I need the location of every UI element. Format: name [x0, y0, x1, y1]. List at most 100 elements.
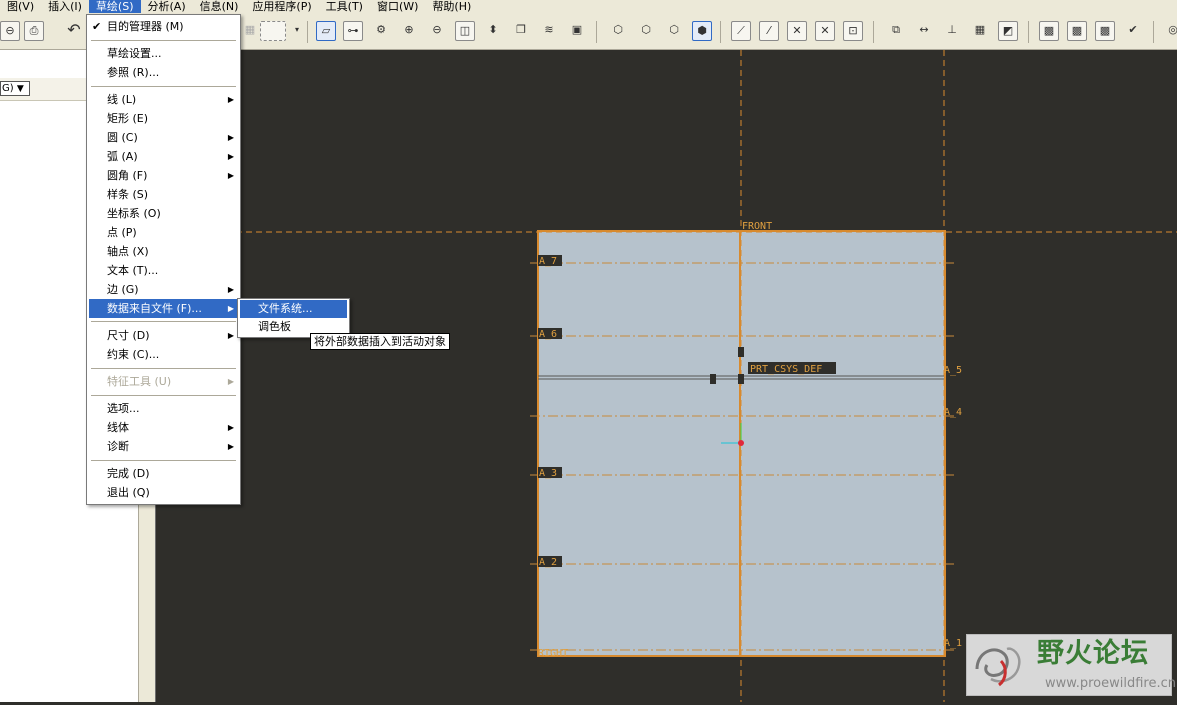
menu-separator	[91, 86, 236, 87]
no-hidden-icon[interactable]: ⬡	[664, 21, 684, 41]
disp-dimensions-icon[interactable]: ↔	[914, 21, 934, 41]
menu-item-line[interactable]: 线 (L) ▶	[89, 90, 238, 109]
menu-item-point[interactable]: 点 (P)	[89, 223, 238, 242]
menu-item-label: 特征工具 (U)	[107, 375, 172, 388]
menu-item-label: 约束 (C)...	[107, 348, 160, 361]
layers-icon[interactable]: ≋	[539, 21, 559, 41]
menu-tools[interactable]: 工具(T)	[319, 0, 370, 13]
wireframe-icon[interactable]: ⬡	[608, 21, 628, 41]
menu-item-feature-tools: 特征工具 (U) ▶	[89, 372, 238, 391]
select-box-icon[interactable]	[260, 21, 286, 41]
menu-item-line-style[interactable]: 线体 ▶	[89, 418, 238, 437]
menu-item-label: 轴点 (X)	[107, 245, 149, 258]
graphics-area[interactable]: FRONT RIGHT PRT_CSYS_DEF A_7 A_6 A_5 A_4…	[156, 50, 1177, 702]
menu-separator	[91, 321, 236, 322]
menu-item-label: 选项...	[107, 402, 140, 415]
saved-views-icon[interactable]: ❐	[511, 21, 531, 41]
menu-sketch[interactable]: 草绘(S)	[88, 0, 141, 13]
menu-item-text[interactable]: 文本 (T)...	[89, 261, 238, 280]
disp-vertices-icon[interactable]: ⧉	[886, 21, 906, 41]
menu-bar: 图(V) 插入(I) 草绘(S) 分析(A) 信息(N) 应用程序(P) 工具(…	[0, 0, 1177, 13]
menu-item-constraint[interactable]: 约束 (C)...	[89, 345, 238, 364]
csys-label: PRT_CSYS_DEF	[750, 364, 822, 375]
zoom-in-icon[interactable]: ⊕	[399, 21, 419, 41]
submenu-arrow-icon: ▶	[227, 152, 234, 161]
menu-item-diagnostics[interactable]: 诊断 ▶	[89, 437, 238, 456]
point-display-icon[interactable]: ✕	[787, 21, 807, 41]
hidden-line-icon[interactable]: ⬡	[636, 21, 656, 41]
view-manager-icon[interactable]: ▣	[567, 21, 587, 41]
toolbar-separator	[873, 21, 874, 43]
toolbar-separator	[1028, 21, 1029, 43]
disp-constraints-icon[interactable]: ⊥	[942, 21, 962, 41]
disp-grid-icon[interactable]: ▦	[970, 21, 990, 41]
menu-info[interactable]: 信息(N)	[193, 0, 246, 13]
axis-a2-label: A_2	[539, 557, 557, 568]
axis-a5-label: A_5	[944, 365, 962, 376]
plane-display-icon[interactable]: ⟋	[731, 21, 751, 41]
more-icon[interactable]: ◎	[1163, 21, 1177, 41]
datum-display-icon[interactable]: ⚙	[371, 21, 391, 41]
menu-separator	[91, 368, 236, 369]
menu-item-edge[interactable]: 边 (G) ▶	[89, 280, 238, 299]
node-icon[interactable]: ⊶	[343, 21, 363, 41]
undo-icon[interactable]: ↶	[64, 21, 84, 41]
shading-icon[interactable]: ⬢	[692, 21, 712, 41]
submenu-arrow-icon: ▶	[227, 377, 234, 386]
refit-icon[interactable]: ◫	[455, 21, 475, 41]
orient-icon[interactable]: ⬍	[483, 21, 503, 41]
lock-icon[interactable]: ⊖	[0, 21, 20, 41]
marker-left	[710, 374, 716, 384]
menu-item-arc[interactable]: 弧 (A) ▶	[89, 147, 238, 166]
menu-item-label: 坐标系 (O)	[107, 207, 161, 220]
menu-window[interactable]: 窗口(W)	[370, 0, 425, 13]
menu-item-sketch-setup[interactable]: 草绘设置...	[89, 44, 238, 63]
check-icon[interactable]: ✔	[1123, 21, 1143, 41]
menu-item-references[interactable]: 参照 (R)...	[89, 63, 238, 82]
menu-applications[interactable]: 应用程序(P)	[245, 0, 318, 13]
annotation-display-icon[interactable]: ⊡	[843, 21, 863, 41]
shade-closed-icon[interactable]: ▩	[1039, 21, 1059, 41]
disp-sections-icon[interactable]: ◩	[998, 21, 1018, 41]
toolbar-separator	[720, 21, 721, 43]
menu-item-rectangle[interactable]: 矩形 (E)	[89, 109, 238, 128]
zoom-out-icon[interactable]: ⊖	[427, 21, 447, 41]
menu-item-done[interactable]: 完成 (D)	[89, 464, 238, 483]
select-dropdown-icon[interactable]: ▾	[287, 21, 307, 41]
csys-display-icon[interactable]: ✕	[815, 21, 835, 41]
submenu-arrow-icon: ▶	[227, 331, 234, 340]
menu-item-options[interactable]: 选项...	[89, 399, 238, 418]
menu-item-label: 完成 (D)	[107, 467, 150, 480]
submenu-arrow-icon: ▶	[227, 442, 234, 451]
menu-item-label: 圆角 (F)	[107, 169, 148, 182]
menu-item-fillet[interactable]: 圆角 (F) ▶	[89, 166, 238, 185]
print-icon[interactable]: ⎙	[24, 21, 44, 41]
menu-insert[interactable]: 插入(I)	[41, 0, 89, 13]
axis-display-icon[interactable]: ⁄	[759, 21, 779, 41]
overlap-geom-icon[interactable]: ▩	[1067, 21, 1087, 41]
submenu-arrow-icon: ▶	[227, 304, 234, 313]
watermark-url: www.proewildfire.cn	[1045, 676, 1176, 691]
submenu-arrow-icon: ▶	[227, 171, 234, 180]
menu-item-quit[interactable]: 退出 (Q)	[89, 483, 238, 502]
menu-item-intent-manager[interactable]: ✔ 目的管理器 (M)	[89, 17, 238, 36]
menu-help[interactable]: 帮助(H)	[425, 0, 478, 13]
menu-item-label: 草绘设置...	[107, 47, 162, 60]
menu-item-coordinate-system[interactable]: 坐标系 (O)	[89, 204, 238, 223]
sketch-view-icon[interactable]: ▱	[316, 21, 336, 41]
menu-item-label: 样条 (S)	[107, 188, 149, 201]
menu-item-circle[interactable]: 圆 (C) ▶	[89, 128, 238, 147]
sketch-canvas: FRONT RIGHT PRT_CSYS_DEF A_7 A_6 A_5 A_4…	[156, 50, 1177, 702]
menu-item-spline[interactable]: 样条 (S)	[89, 185, 238, 204]
submenu-item-file-system[interactable]: 文件系统...	[240, 300, 347, 318]
flame-logo-icon	[975, 647, 1021, 687]
menu-item-dimension[interactable]: 尺寸 (D) ▶	[89, 326, 238, 345]
forum-watermark: 野火论坛 www.proewildfire.cn	[966, 634, 1176, 696]
menu-item-data-from-file[interactable]: 数据来自文件 (F)... ▶	[89, 299, 238, 318]
open-ends-icon[interactable]: ▩	[1095, 21, 1115, 41]
selection-filter-select[interactable]: G) ▼	[0, 81, 30, 96]
submenu-item-label: 文件系统...	[258, 302, 313, 315]
menu-view[interactable]: 图(V)	[0, 0, 41, 13]
menu-item-axis-point[interactable]: 轴点 (X)	[89, 242, 238, 261]
menu-analysis[interactable]: 分析(A)	[141, 0, 193, 13]
